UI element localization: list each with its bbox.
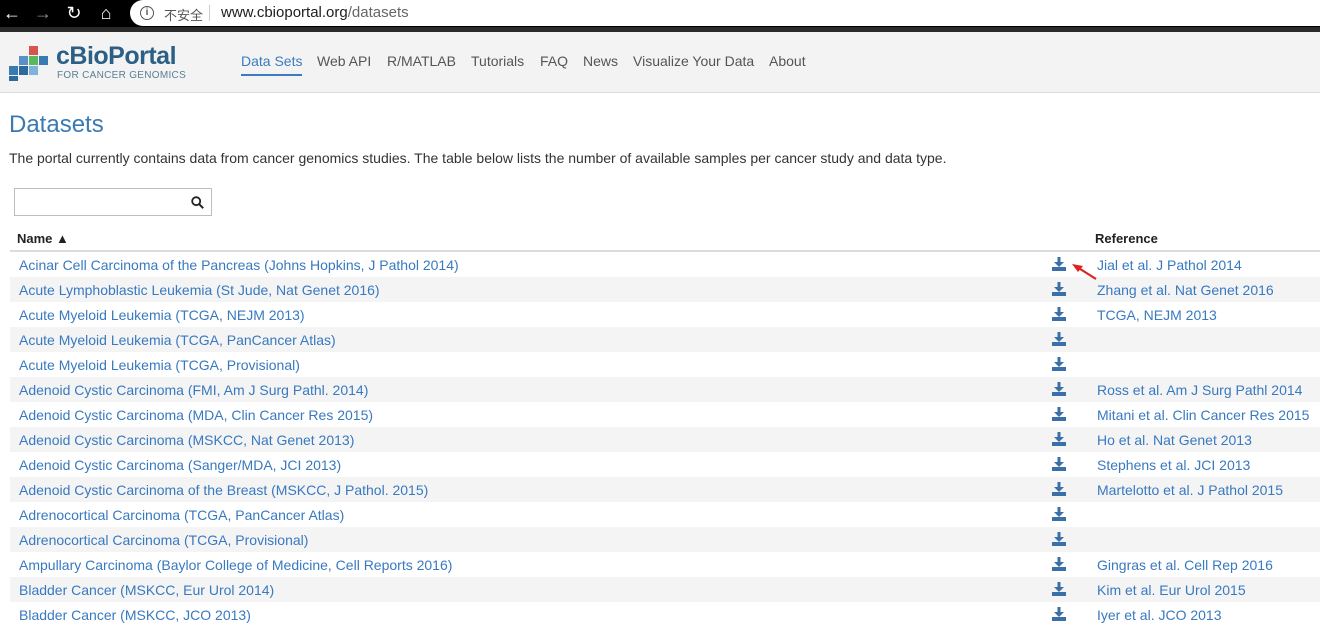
column-header-reference[interactable]: Reference — [1095, 231, 1158, 246]
logo-mark-icon — [9, 46, 48, 81]
info-icon[interactable]: i — [140, 6, 154, 20]
reference-link[interactable]: Stephens et al. JCI 2013 — [1097, 457, 1250, 473]
table-row: Adrenocortical Carcinoma (TCGA, Provisio… — [10, 527, 1320, 552]
table-row: Bladder Cancer (MSKCC, JCO 2013) Iyer et … — [10, 602, 1320, 627]
study-name-link[interactable]: Adenoid Cystic Carcinoma of the Breast (… — [19, 482, 428, 498]
table-row: Adenoid Cystic Carcinoma (Sanger/MDA, JC… — [10, 452, 1320, 477]
url-text[interactable]: www.cbioportal.org/datasets — [221, 4, 409, 21]
nav-faq[interactable]: FAQ — [540, 53, 568, 69]
download-icon[interactable] — [1052, 432, 1066, 446]
red-arrow-annotation — [1072, 264, 1097, 280]
search-icon[interactable] — [191, 196, 204, 209]
download-icon[interactable] — [1052, 482, 1066, 496]
nav-about[interactable]: About — [769, 53, 806, 69]
table-row: Acute Myeloid Leukemia (TCGA, Provisiona… — [10, 352, 1320, 377]
reference-link[interactable]: Zhang et al. Nat Genet 2016 — [1097, 282, 1274, 298]
brand-tagline: FOR CANCER GENOMICS — [57, 70, 187, 81]
study-name-link[interactable]: Acinar Cell Carcinoma of the Pancreas (J… — [19, 257, 459, 273]
table-row: Adenoid Cystic Carcinoma (MSKCC, Nat Gen… — [10, 427, 1320, 452]
study-name-link[interactable]: Ampullary Carcinoma (Baylor College of M… — [19, 557, 452, 573]
download-icon[interactable] — [1052, 257, 1066, 271]
table-row: Adrenocortical Carcinoma (TCGA, PanCance… — [10, 502, 1320, 527]
nav-r-matlab[interactable]: R/MATLAB — [387, 53, 456, 69]
study-name-link[interactable]: Adrenocortical Carcinoma (TCGA, Provisio… — [19, 532, 308, 548]
cbioportal-logo[interactable]: cBioPortal FOR CANCER GENOMICS — [9, 42, 189, 84]
study-name-link[interactable]: Acute Lymphoblastic Leukemia (St Jude, N… — [19, 282, 380, 298]
study-name-link[interactable]: Acute Myeloid Leukemia (TCGA, NEJM 2013) — [19, 307, 305, 323]
reference-link[interactable]: Ho et al. Nat Genet 2013 — [1097, 432, 1252, 448]
url-host: www.cbioportal.org — [221, 4, 348, 21]
url-path: /datasets — [347, 4, 409, 21]
site-navbar: cBioPortal FOR CANCER GENOMICS Data Sets… — [0, 32, 1320, 93]
download-icon[interactable] — [1052, 532, 1066, 546]
download-icon[interactable] — [1052, 407, 1066, 421]
table-row: Adenoid Cystic Carcinoma (FMI, Am J Surg… — [10, 377, 1320, 402]
reference-link[interactable]: Ross et al. Am J Surg Pathl 2014 — [1097, 382, 1302, 398]
search-field[interactable] — [14, 188, 212, 216]
brand-name: cBioPortal — [56, 42, 177, 70]
table-row: Bladder Cancer (MSKCC, Eur Urol 2014) Kim… — [10, 577, 1320, 602]
table-row: Ampullary Carcinoma (Baylor College of M… — [10, 552, 1320, 577]
active-nav-underline — [241, 74, 302, 76]
reference-link[interactable]: Kim et al. Eur Urol 2015 — [1097, 582, 1246, 598]
reference-link[interactable]: Martelotto et al. J Pathol 2015 — [1097, 482, 1283, 498]
download-icon[interactable] — [1052, 607, 1066, 621]
table-header: Name ▲ Reference — [10, 228, 1320, 252]
study-name-link[interactable]: Adenoid Cystic Carcinoma (MSKCC, Nat Gen… — [19, 432, 354, 448]
download-icon[interactable] — [1052, 307, 1066, 321]
reference-link[interactable]: Mitani et al. Clin Cancer Res 2015 — [1097, 407, 1309, 423]
table-row: Adenoid Cystic Carcinoma of the Breast (… — [10, 477, 1320, 502]
nav-visualize-your-data[interactable]: Visualize Your Data — [633, 53, 754, 69]
download-icon[interactable] — [1052, 332, 1066, 346]
column-header-name[interactable]: Name ▲ — [17, 231, 69, 246]
study-name-link[interactable]: Adrenocortical Carcinoma (TCGA, PanCance… — [19, 507, 344, 523]
nav-data-sets[interactable]: Data Sets — [241, 53, 302, 69]
table-row: Acute Lymphoblastic Leukemia (St Jude, N… — [10, 277, 1320, 302]
address-bar[interactable]: i 不安全 www.cbioportal.org/datasets — [130, 0, 1320, 26]
reference-link[interactable]: Jial et al. J Pathol 2014 — [1097, 257, 1242, 273]
study-name-link[interactable]: Adenoid Cystic Carcinoma (FMI, Am J Surg… — [19, 382, 368, 398]
table-row: Adenoid Cystic Carcinoma (MDA, Clin Canc… — [10, 402, 1320, 427]
page-intro: The portal currently contains data from … — [9, 150, 947, 166]
study-name-link[interactable]: Adenoid Cystic Carcinoma (MDA, Clin Canc… — [19, 407, 373, 423]
browser-toolbar: ← → ↻ ⌂ i 不安全 www.cbioportal.org/dataset… — [0, 0, 1320, 27]
study-name-link[interactable]: Acute Myeloid Leukemia (TCGA, Provisiona… — [19, 357, 300, 373]
reference-link[interactable]: TCGA, NEJM 2013 — [1097, 307, 1217, 323]
download-icon[interactable] — [1052, 357, 1066, 371]
reload-icon[interactable]: ↻ — [62, 2, 86, 24]
study-name-link[interactable]: Bladder Cancer (MSKCC, Eur Urol 2014) — [19, 582, 274, 598]
download-icon[interactable] — [1052, 382, 1066, 396]
nav-web-api[interactable]: Web API — [317, 53, 371, 69]
download-icon[interactable] — [1052, 557, 1066, 571]
nav-news[interactable]: News — [583, 53, 618, 69]
download-icon[interactable] — [1052, 507, 1066, 521]
table-row: Acute Myeloid Leukemia (TCGA, PanCancer … — [10, 327, 1320, 352]
page-title: Datasets — [9, 111, 104, 138]
table-row: Acinar Cell Carcinoma of the Pancreas (J… — [10, 252, 1320, 277]
study-name-link[interactable]: Acute Myeloid Leukemia (TCGA, PanCancer … — [19, 332, 336, 348]
home-icon[interactable]: ⌂ — [94, 2, 118, 24]
table-row: Acute Myeloid Leukemia (TCGA, NEJM 2013)… — [10, 302, 1320, 327]
download-icon[interactable] — [1052, 582, 1066, 596]
forward-arrow-icon[interactable]: → — [31, 2, 55, 24]
address-separator — [209, 5, 210, 21]
reference-link[interactable]: Gingras et al. Cell Rep 2016 — [1097, 557, 1273, 573]
nav-tutorials[interactable]: Tutorials — [471, 53, 524, 69]
study-name-link[interactable]: Adenoid Cystic Carcinoma (Sanger/MDA, JC… — [19, 457, 341, 473]
search-input[interactable] — [19, 192, 193, 214]
reference-link[interactable]: Iyer et al. JCO 2013 — [1097, 607, 1222, 623]
download-icon[interactable] — [1052, 282, 1066, 296]
study-name-link[interactable]: Bladder Cancer (MSKCC, JCO 2013) — [19, 607, 251, 623]
download-icon[interactable] — [1052, 457, 1066, 471]
back-arrow-icon[interactable]: ← — [0, 2, 24, 24]
datasets-table-body: Acinar Cell Carcinoma of the Pancreas (J… — [10, 252, 1320, 627]
security-label: 不安全 — [164, 8, 204, 23]
